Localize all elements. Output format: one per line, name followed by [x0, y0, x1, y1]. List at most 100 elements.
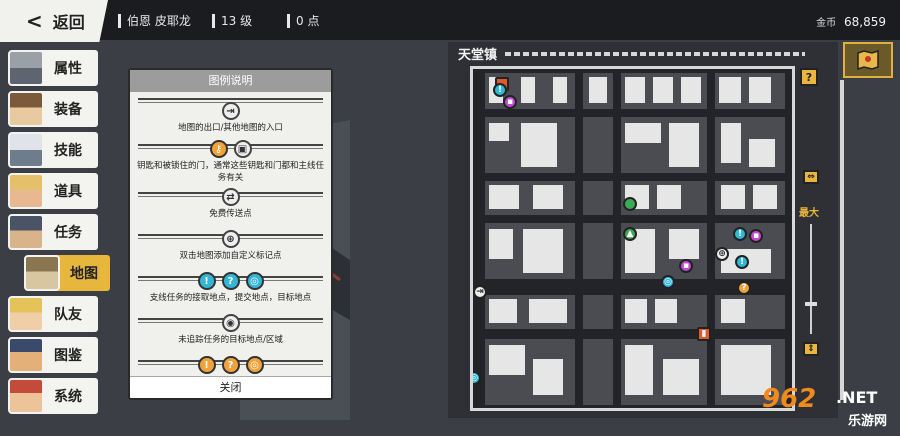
- map-legend-toggle-button[interactable]: [843, 42, 893, 78]
- sidebar-item-items[interactable]: 道具: [8, 173, 98, 209]
- building: [589, 77, 607, 103]
- quest-exclaim-icon[interactable]: !: [733, 227, 747, 241]
- sidebar-menu: 属性 装备 技能 道具 任务 地图 队友 图鉴 系统: [8, 50, 110, 419]
- coins-label: 金币: [816, 18, 837, 29]
- zoom-slider[interactable]: [810, 224, 812, 334]
- quest-target-icon[interactable]: ◎: [661, 275, 675, 289]
- shop-icon[interactable]: ▪: [679, 259, 693, 273]
- zoom-slider-thumb[interactable]: [805, 302, 817, 306]
- sidebar-item-label: 道具: [54, 184, 82, 200]
- building: [529, 299, 567, 323]
- chevron-left-icon: <: [26, 9, 43, 33]
- zoom-control: ⇔ 最大 ⇕: [799, 170, 819, 365]
- pin-icon: ◉: [221, 314, 240, 332]
- legend-list[interactable]: ⇥ 地图的出口/其他地图的入口 ⚷ ▣ 钥匙和被锁住的门，通常这些钥匙和门都和主…: [130, 92, 331, 376]
- sidebar-item-label: 属性: [54, 61, 82, 77]
- back-button[interactable]: < 返回: [0, 0, 108, 42]
- map-scrollbar[interactable]: [840, 80, 844, 400]
- coins-display: 金币 68,859: [816, 14, 886, 29]
- building: [749, 139, 775, 167]
- watermark-number: 962: [762, 384, 817, 414]
- target-icon: ◎: [245, 272, 264, 290]
- divider: [138, 98, 323, 103]
- building: [655, 299, 677, 323]
- quest-orange-icon: !: [197, 356, 216, 374]
- legend-entry-teleport: 免费传送点: [209, 209, 252, 219]
- character-portrait-icon: [8, 214, 44, 250]
- map-block: [583, 117, 613, 173]
- zoom-arrows-button[interactable]: ⇕: [803, 342, 819, 356]
- building: [663, 359, 699, 395]
- character-portrait-icon: [8, 50, 44, 86]
- building: [489, 345, 525, 375]
- sidebar-item-label: 图鉴: [54, 348, 82, 364]
- map-block: [583, 181, 613, 215]
- building: [753, 185, 777, 209]
- sidebar-item-attributes[interactable]: 属性: [8, 50, 98, 86]
- exit-marker-icon[interactable]: ⇥: [473, 285, 487, 299]
- collapse-button[interactable]: ⇔: [803, 170, 819, 184]
- quest-question-icon[interactable]: ?: [737, 281, 751, 295]
- player-level: 13 级: [212, 14, 252, 28]
- building: [721, 123, 741, 163]
- legend-entry-untracked: 未追踪任务的目标地点/区域: [178, 335, 283, 345]
- sidebar-item-map[interactable]: 地图: [24, 255, 110, 291]
- building: [489, 299, 517, 323]
- building: [749, 77, 771, 103]
- shop-icon[interactable]: ▪: [749, 229, 763, 243]
- folded-map-icon: [857, 50, 879, 70]
- sidebar-item-label: 队友: [54, 307, 82, 323]
- building: [721, 299, 745, 323]
- player-name: 伯恩 皮耶龙: [118, 14, 191, 28]
- sidebar-item-team[interactable]: 队友: [8, 296, 98, 332]
- top-bar: < 返回 伯恩 皮耶龙 13 级 0 点 金币 68,859: [0, 0, 900, 42]
- quest-target-icon[interactable]: ◎: [473, 371, 481, 385]
- map-block: [583, 223, 613, 279]
- building: [681, 77, 701, 103]
- character-portrait-icon: [8, 132, 44, 168]
- map-title-divider: [505, 52, 805, 56]
- teleport-point-icon[interactable]: [623, 197, 637, 211]
- legend-icons-row: ! ? ◎: [130, 356, 331, 376]
- map-block: [583, 339, 613, 405]
- building: [719, 77, 741, 103]
- building: [721, 185, 745, 209]
- sidebar-item-equipment[interactable]: 装备: [8, 91, 98, 127]
- building: [625, 345, 653, 395]
- sidebar-item-quests[interactable]: 任务: [8, 214, 98, 250]
- legend-entry-exit: 地图的出口/其他地图的入口: [178, 123, 283, 133]
- sidebar-item-skills[interactable]: 技能: [8, 132, 98, 168]
- quest-orange-icon: ◎: [245, 356, 264, 374]
- crosshair-icon: ⊕: [221, 230, 240, 248]
- help-button[interactable]: ?: [800, 68, 818, 86]
- building: [657, 185, 681, 209]
- map-block: [583, 295, 613, 329]
- crosshair-marker-icon[interactable]: ⊕: [715, 247, 729, 261]
- shop-icon[interactable]: ▪: [503, 95, 517, 109]
- map-title: 天堂镇: [458, 48, 498, 63]
- quest-exclaim-icon[interactable]: !: [735, 255, 749, 269]
- legend-icons-row: ⊕: [130, 230, 331, 250]
- close-button[interactable]: 关闭: [130, 376, 331, 398]
- building: [533, 359, 563, 395]
- building: [533, 185, 563, 209]
- building: [625, 299, 647, 323]
- sidebar-item-system[interactable]: 系统: [8, 378, 98, 414]
- sidebar-item-label: 系统: [54, 389, 82, 405]
- building: [553, 77, 567, 103]
- watermark-domain: .NET: [836, 388, 878, 407]
- navigate-icon[interactable]: ▲: [623, 227, 637, 241]
- lock-icon: ▣: [233, 140, 252, 158]
- legend-entry-side-quest: 支线任务的接取地点，提交地点，目标地点: [149, 293, 312, 303]
- door-marker-icon[interactable]: ▮: [697, 327, 711, 341]
- building: [489, 229, 513, 259]
- legend-entry-keys: 钥匙和被锁住的门，通常这些钥匙和门都和主线任务有关: [136, 161, 324, 183]
- sidebar-item-codex[interactable]: 图鉴: [8, 337, 98, 373]
- character-portrait-icon: [8, 296, 44, 332]
- town-map[interactable]: ! ▪ ▲ ▪ ! ⊕ ! ▪ ◎ ? ⇥ ▮ ◎: [470, 66, 795, 411]
- quest-exclaim-icon[interactable]: !: [493, 83, 507, 97]
- watermark-site: 乐游网: [848, 414, 888, 429]
- character-portrait-icon: [8, 173, 44, 209]
- character-portrait-icon: [24, 255, 60, 291]
- quest-orange-icon: ?: [221, 356, 240, 374]
